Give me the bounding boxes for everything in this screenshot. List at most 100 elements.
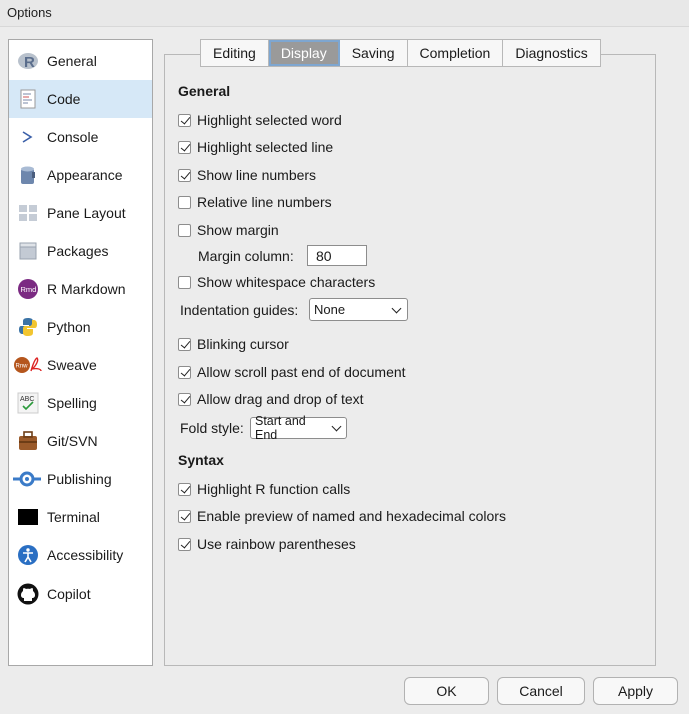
highlight-word-option[interactable]: Highlight selected word (178, 111, 342, 129)
python-icon (17, 316, 39, 338)
apply-button[interactable]: Apply (593, 677, 678, 705)
preview-colors-checkbox[interactable] (178, 509, 191, 523)
margin-column-input[interactable]: 80 (307, 245, 367, 266)
console-prompt-icon (17, 126, 39, 148)
sidebar-item-general[interactable]: R General (9, 42, 152, 80)
preview-colors-label: Enable preview of named and hexadecimal … (197, 508, 506, 524)
relative-numbers-checkbox[interactable] (178, 195, 191, 209)
packages-icon (17, 240, 39, 262)
relative-numbers-label: Relative line numbers (197, 194, 332, 210)
paint-bucket-icon (17, 164, 39, 186)
show-margin-checkbox[interactable] (178, 223, 191, 237)
tab-diagnostics[interactable]: Diagnostics (503, 40, 600, 66)
sidebar-item-label: Appearance (47, 167, 123, 183)
cancel-button[interactable]: Cancel (497, 677, 585, 705)
syntax-heading: Syntax (178, 452, 224, 468)
sidebar-item-label: Pane Layout (47, 205, 126, 221)
sidebar-item-label: Code (47, 91, 81, 107)
fold-style-value: Start and End (255, 414, 306, 442)
drag-drop-option[interactable]: Allow drag and drop of text (178, 390, 364, 408)
sidebar-item-label: Accessibility (47, 547, 124, 563)
margin-column-label: Margin column: (198, 248, 294, 264)
tab-display[interactable]: Display (268, 40, 340, 66)
sidebar-item-label: Terminal (47, 509, 100, 525)
line-numbers-option[interactable]: Show line numbers (178, 166, 316, 184)
highlight-line-label: Highlight selected line (197, 139, 334, 155)
sidebar-item-label: Python (47, 319, 91, 335)
svg-text:Rnw: Rnw (16, 364, 29, 370)
show-margin-label: Show margin (197, 222, 279, 238)
blinking-cursor-option[interactable]: Blinking cursor (178, 335, 289, 353)
rainbow-label: Use rainbow parentheses (197, 536, 356, 552)
rmd-icon: Rmd (17, 278, 39, 300)
drag-drop-label: Allow drag and drop of text (197, 391, 364, 407)
scroll-past-label: Allow scroll past end of document (197, 364, 406, 380)
git-briefcase-icon (17, 430, 39, 452)
sidebar-item-code[interactable]: Code (9, 80, 152, 118)
sidebar-item-packages[interactable]: Packages (9, 232, 152, 270)
drag-drop-checkbox[interactable] (178, 392, 191, 406)
pane-layout-icon (17, 202, 39, 224)
blinking-cursor-checkbox[interactable] (178, 337, 191, 351)
highlight-r-option[interactable]: Highlight R function calls (178, 480, 350, 498)
indentation-guides-label: Indentation guides: (180, 302, 299, 318)
scroll-past-checkbox[interactable] (178, 365, 191, 379)
sidebar-item-label: Spelling (47, 395, 97, 411)
sidebar-item-label: Console (47, 129, 99, 145)
chevron-down-icon (331, 421, 342, 432)
sidebar-item-appearance[interactable]: Appearance (9, 156, 152, 194)
highlight-line-checkbox[interactable] (178, 140, 191, 154)
fold-style-select[interactable]: Start and End (250, 414, 347, 442)
sweave-icon: Rnw (13, 354, 43, 376)
sidebar-item-python[interactable]: Python (9, 308, 152, 346)
ok-button[interactable]: OK (404, 677, 489, 705)
tab-completion[interactable]: Completion (407, 40, 504, 66)
sidebar-item-terminal[interactable]: Terminal (9, 498, 152, 536)
r-logo-icon: R (17, 50, 39, 72)
sidebar-item-copilot[interactable]: Copilot (9, 575, 152, 613)
accessibility-icon (17, 544, 39, 566)
highlight-word-label: Highlight selected word (197, 112, 342, 128)
sidebar-item-console[interactable]: Console (9, 118, 152, 156)
sidebar-item-accessibility[interactable]: Accessibility (9, 536, 152, 574)
sidebar-item-label: General (47, 53, 97, 69)
spelling-abc-icon: ABC (17, 392, 39, 414)
sidebar-item-label: Copilot (47, 586, 91, 602)
svg-text:Rmd: Rmd (21, 285, 37, 294)
highlight-r-checkbox[interactable] (178, 482, 191, 496)
relative-numbers-option[interactable]: Relative line numbers (178, 193, 332, 211)
sidebar-item-publishing[interactable]: Publishing (9, 460, 152, 498)
highlight-word-checkbox[interactable] (178, 113, 191, 127)
blinking-cursor-label: Blinking cursor (197, 336, 289, 352)
sidebar-item-label: Publishing (47, 471, 112, 487)
options-sidebar: R General Code Console Appearance Pane L… (8, 39, 153, 666)
indentation-guides-value: None (314, 302, 346, 317)
terminal-icon (17, 506, 39, 528)
line-numbers-checkbox[interactable] (178, 168, 191, 182)
whitespace-option[interactable]: Show whitespace characters (178, 273, 375, 291)
code-file-icon (17, 88, 39, 110)
tab-bar: Editing Display Saving Completion Diagno… (200, 39, 601, 67)
tab-editing[interactable]: Editing (201, 40, 269, 66)
whitespace-label: Show whitespace characters (197, 274, 376, 290)
highlight-line-option[interactable]: Highlight selected line (178, 138, 333, 156)
sidebar-item-sweave[interactable]: Rnw Sweave (9, 346, 152, 384)
rainbow-checkbox[interactable] (178, 537, 191, 551)
sidebar-item-git-svn[interactable]: Git/SVN (9, 422, 152, 460)
rainbow-option[interactable]: Use rainbow parentheses (178, 535, 356, 553)
sidebar-item-pane-layout[interactable]: Pane Layout (9, 194, 152, 232)
tab-saving[interactable]: Saving (339, 40, 408, 66)
sidebar-item-label: Packages (47, 243, 109, 259)
sidebar-item-spelling[interactable]: ABC Spelling (9, 384, 152, 422)
show-margin-option[interactable]: Show margin (178, 221, 279, 239)
preview-colors-option[interactable]: Enable preview of named and hexadecimal … (178, 507, 506, 525)
github-copilot-icon (17, 583, 39, 605)
indentation-guides-select[interactable]: None (309, 298, 408, 321)
sidebar-item-r-markdown[interactable]: Rmd R Markdown (9, 270, 152, 308)
window-title: Options (7, 5, 52, 20)
title-bar: Options (0, 0, 689, 27)
whitespace-checkbox[interactable] (178, 275, 191, 289)
sidebar-item-label: Sweave (47, 357, 97, 373)
line-numbers-label: Show line numbers (197, 167, 317, 183)
scroll-past-option[interactable]: Allow scroll past end of document (178, 363, 406, 381)
